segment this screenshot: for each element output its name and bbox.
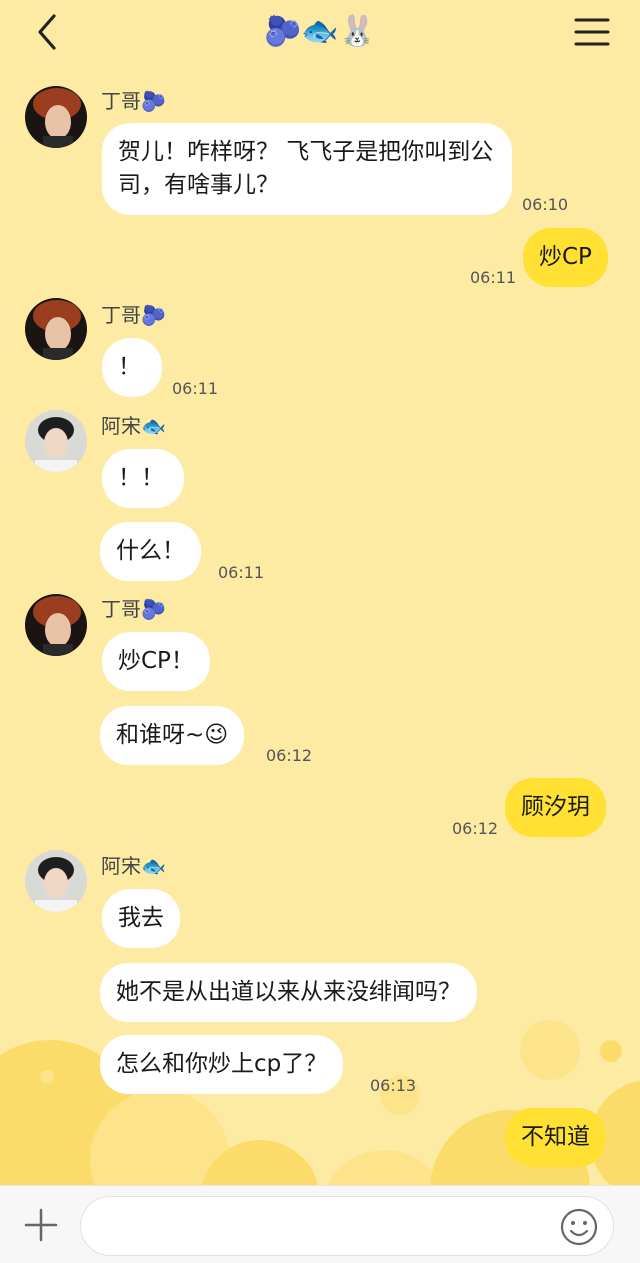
chat-header: 🫐🐟🐰 bbox=[0, 0, 640, 68]
sender-name: 阿宋🐟 bbox=[101, 414, 166, 438]
smiley-icon bbox=[560, 1208, 598, 1246]
avatar-ding[interactable] bbox=[25, 594, 87, 656]
my-message-bubble[interactable]: 不知道 bbox=[505, 1108, 606, 1167]
plus-icon bbox=[24, 1208, 58, 1242]
message-time: 06:11 bbox=[218, 563, 265, 582]
add-attachment-button[interactable] bbox=[24, 1208, 58, 1242]
sender-name: 丁哥🫐 bbox=[101, 303, 166, 327]
message-bubble[interactable]: 我去 bbox=[102, 889, 180, 948]
message-bubble[interactable]: 什么！ bbox=[100, 522, 201, 581]
message-bubble[interactable]: 怎么和你炒上cp了？ bbox=[100, 1035, 344, 1094]
avatar-image bbox=[25, 594, 87, 656]
sender-name: 丁哥🫐 bbox=[101, 597, 166, 621]
message-input[interactable] bbox=[80, 1196, 614, 1256]
avatar-image bbox=[25, 850, 87, 912]
message-bubble[interactable]: 贺儿！咋样呀？ 飞飞子是把你叫到公司，有啥事儿？ bbox=[102, 123, 512, 215]
avatar-image bbox=[25, 298, 87, 360]
avatar-ding[interactable] bbox=[25, 86, 87, 148]
message-bubble[interactable]: ！！ bbox=[102, 449, 184, 508]
avatar-song[interactable] bbox=[25, 410, 87, 472]
hamburger-menu-icon bbox=[574, 18, 610, 46]
message-time: 06:13 bbox=[370, 1076, 417, 1095]
my-message-bubble[interactable]: 炒CP bbox=[523, 228, 608, 287]
message-bubble[interactable]: 炒CP！ bbox=[102, 632, 210, 691]
my-message-bubble[interactable]: 顾汐玥 bbox=[505, 778, 606, 837]
avatar-ding[interactable] bbox=[25, 298, 87, 360]
avatar-song[interactable] bbox=[25, 850, 87, 912]
chat-title: 🫐🐟🐰 bbox=[263, 14, 377, 49]
message-time: 06:12 bbox=[266, 746, 313, 765]
message-time: 06:10 bbox=[522, 195, 569, 214]
message-time: 06:11 bbox=[172, 379, 219, 398]
sender-name: 阿宋🐟 bbox=[101, 854, 166, 878]
emoji-button[interactable] bbox=[560, 1208, 598, 1246]
sender-name: 丁哥🫐 bbox=[101, 89, 166, 113]
avatar-image bbox=[25, 86, 87, 148]
input-bar bbox=[0, 1185, 640, 1263]
message-time: 06:12 bbox=[452, 819, 499, 838]
avatar-image bbox=[25, 410, 87, 472]
message-bubble[interactable]: 和谁呀~😉 bbox=[100, 706, 245, 765]
message-bubble[interactable]: ！ bbox=[102, 338, 162, 397]
message-bubble[interactable]: 她不是从出道以来从来没绯闻吗？ bbox=[100, 963, 477, 1022]
menu-button[interactable] bbox=[574, 14, 610, 50]
message-time: 06:11 bbox=[470, 268, 517, 287]
